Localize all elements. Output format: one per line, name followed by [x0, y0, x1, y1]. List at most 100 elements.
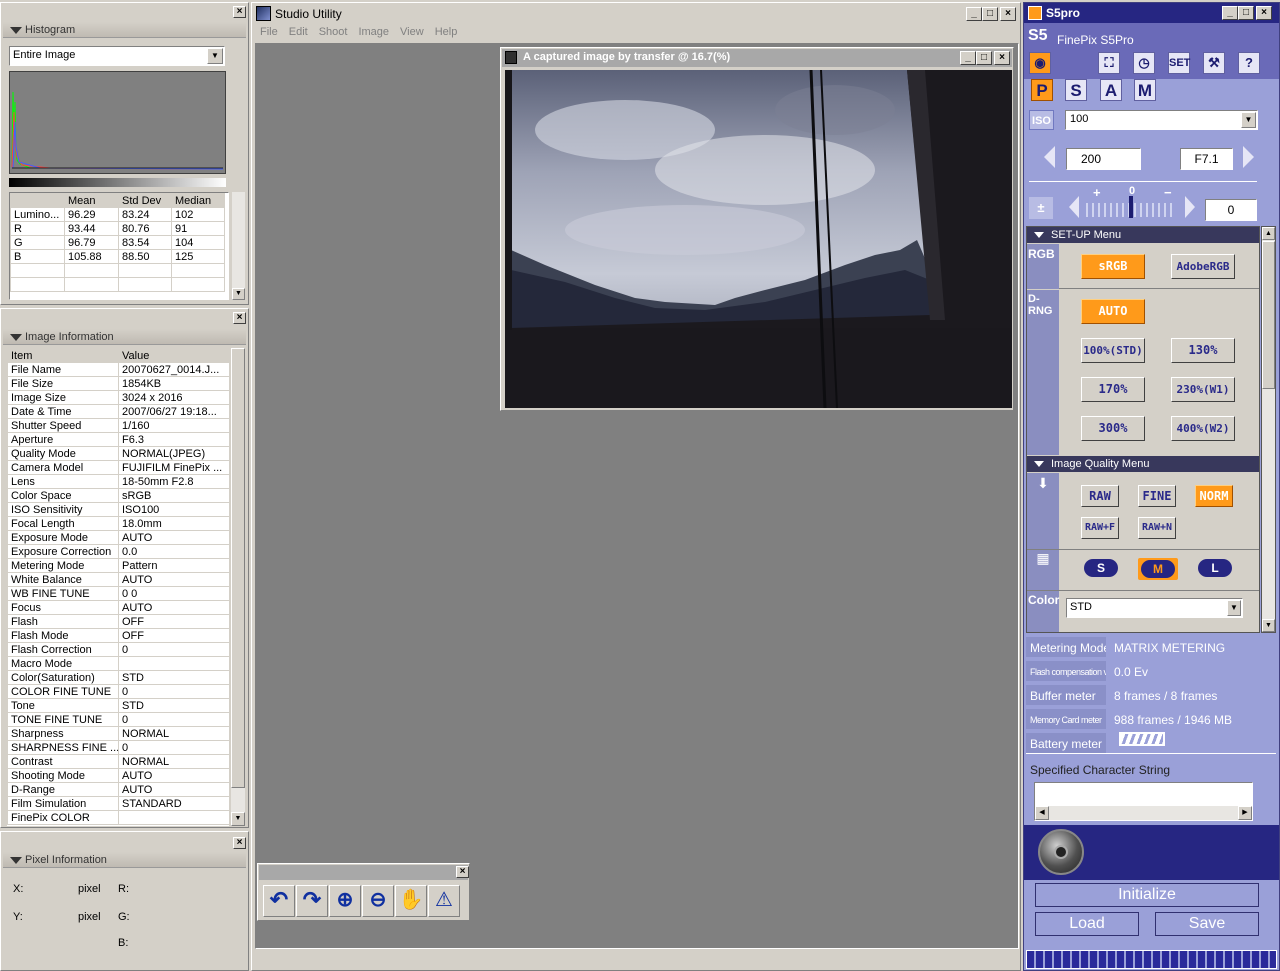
setup-menu-header[interactable]: SET-UP Menu [1027, 227, 1259, 243]
quality-menu-header[interactable]: Image Quality Menu [1027, 456, 1259, 472]
table-row[interactable]: Date & Time 2007/06/27 19:18... [7, 404, 229, 419]
iso-select[interactable]: 100 ▼ [1065, 110, 1258, 130]
ev-indicator[interactable] [1129, 196, 1133, 218]
drange-400-button[interactable]: 400%(W2) [1171, 416, 1235, 441]
table-row[interactable]: Exposure Mode AUTO [7, 530, 229, 545]
rotate-right-icon[interactable]: ↷ [296, 885, 328, 917]
table-row[interactable]: Tone STD [7, 698, 229, 713]
chevron-down-icon[interactable]: ▼ [207, 48, 223, 64]
table-row[interactable]: COLOR FINE TUNE 0 [7, 684, 229, 699]
timer-icon[interactable]: ◷ [1133, 52, 1155, 74]
close-button[interactable]: × [1000, 7, 1016, 21]
shutter-field[interactable]: 200 [1066, 148, 1141, 170]
minimize-button[interactable]: _ [966, 7, 982, 21]
table-row[interactable]: File Name 20070627_0014.J... [7, 362, 229, 377]
maximize-button[interactable]: □ [982, 7, 998, 21]
table-row[interactable]: Quality Mode NORMAL(JPEG) [7, 446, 229, 461]
table-row[interactable]: SHARPNESS FINE ... 0 [7, 740, 229, 755]
table-row[interactable]: Shutter Speed 1/160 [7, 418, 229, 433]
quality-raw-norm-button[interactable]: RAW+N [1138, 517, 1176, 539]
table-row[interactable]: White Balance AUTO [7, 572, 229, 587]
image-info-close-button[interactable]: × [233, 312, 246, 324]
table-row[interactable]: Shooting Mode AUTO [7, 768, 229, 783]
scroll-up-icon[interactable]: ▲ [1262, 227, 1275, 240]
s5-maximize-button[interactable]: □ [1238, 6, 1254, 20]
table-row[interactable]: Exposure Correction 0.0 [7, 544, 229, 559]
set-button[interactable]: SET [1168, 52, 1190, 74]
chevron-down-icon[interactable]: ▼ [1241, 112, 1256, 128]
table-row[interactable]: WB FINE TUNE 0 0 [7, 586, 229, 601]
mode-a-button[interactable]: A [1100, 79, 1122, 101]
quality-fine-button[interactable]: FINE [1138, 485, 1176, 507]
drange-100-button[interactable]: 100%(STD) [1081, 338, 1145, 363]
ev-value-field[interactable]: 0 [1205, 199, 1257, 221]
scroll-left-icon[interactable]: ◀ [1035, 806, 1049, 820]
rotate-left-icon[interactable]: ↶ [263, 885, 295, 917]
image-maximize-button[interactable]: □ [976, 51, 992, 65]
mode-m-button[interactable]: M [1134, 79, 1156, 101]
size-s-button[interactable]: S [1084, 559, 1118, 577]
table-row[interactable]: Flash Correction 0 [7, 642, 229, 657]
image-minimize-button[interactable]: _ [960, 51, 976, 65]
drange-130-button[interactable]: 130% [1171, 338, 1235, 363]
image-info-scrollbar[interactable]: ▼ [231, 348, 245, 826]
zoom-in-icon[interactable]: ⊕ [329, 885, 361, 917]
table-row[interactable]: Image Size 3024 x 2016 [7, 390, 229, 405]
quality-norm-button[interactable]: NORM [1195, 485, 1233, 507]
adobergb-button[interactable]: AdobeRGB [1171, 254, 1235, 279]
table-row[interactable]: Color(Saturation) STD [7, 670, 229, 685]
drange-230-button[interactable]: 230%(W1) [1171, 377, 1235, 402]
transfer-icon[interactable]: ⛶ [1098, 52, 1120, 74]
table-row[interactable]: Color Space sRGB [7, 488, 229, 503]
table-row[interactable]: Flash OFF [7, 614, 229, 629]
table-row[interactable]: FinePix COLOR [7, 810, 229, 825]
histogram-scrollbar[interactable]: ▼ [232, 192, 245, 300]
load-button[interactable]: Load [1035, 912, 1139, 936]
warning-icon[interactable]: ⚠ [428, 885, 460, 917]
arrow-right-icon[interactable] [1243, 146, 1254, 168]
ev-right-arrow-icon[interactable] [1185, 196, 1195, 218]
save-button[interactable]: Save [1155, 912, 1259, 936]
mode-p-button[interactable]: P [1031, 79, 1053, 101]
menu-item-file[interactable]: File [260, 26, 278, 38]
pixel-info-close-button[interactable]: × [233, 837, 246, 849]
shutter-release-button[interactable] [1038, 829, 1084, 875]
menu-item-edit[interactable]: Edit [289, 26, 308, 38]
scroll-thumb[interactable] [1262, 241, 1275, 389]
table-row[interactable]: File Size 1854KB [7, 376, 229, 391]
scroll-down-icon[interactable]: ▼ [231, 812, 245, 826]
table-row[interactable]: Macro Mode [7, 656, 229, 671]
initialize-button[interactable]: Initialize [1035, 883, 1259, 907]
table-row[interactable]: Focal Length 18.0mm [7, 516, 229, 531]
zoom-out-icon[interactable]: ⊖ [362, 885, 394, 917]
table-row[interactable]: Focus AUTO [7, 600, 229, 615]
menu-item-help[interactable]: Help [435, 26, 458, 38]
chevron-down-icon[interactable]: ▼ [1227, 600, 1241, 616]
menu-item-view[interactable]: View [400, 26, 424, 38]
table-row[interactable]: Flash Mode OFF [7, 628, 229, 643]
settings-scrollbar[interactable]: ▲ ▼ [1261, 226, 1276, 633]
aperture-field[interactable]: F7.1 [1180, 148, 1233, 170]
table-row[interactable]: Aperture F6.3 [7, 432, 229, 447]
help-icon[interactable]: ? [1238, 52, 1260, 74]
quality-raw-fine-button[interactable]: RAW+F [1081, 517, 1119, 539]
table-row[interactable]: Film Simulation STANDARD [7, 796, 229, 811]
table-row[interactable]: Contrast NORMAL [7, 754, 229, 769]
wrench-icon[interactable]: ⚒ [1203, 52, 1225, 74]
toolbar-close-button[interactable]: × [456, 866, 469, 878]
s5-minimize-button[interactable]: _ [1222, 6, 1238, 20]
image-close-button[interactable]: × [994, 51, 1010, 65]
size-l-button[interactable]: L [1198, 559, 1232, 577]
table-row[interactable]: Lens 18-50mm F2.8 [7, 474, 229, 489]
arrow-left-icon[interactable] [1044, 146, 1055, 168]
scroll-right-icon[interactable]: ▶ [1238, 806, 1252, 820]
scroll-thumb[interactable] [231, 348, 245, 788]
char-string-hscroll[interactable]: ◀ ▶ [1035, 806, 1252, 820]
table-row[interactable]: TONE FINE TUNE 0 [7, 712, 229, 727]
camera-tab-icon[interactable]: ◉ [1029, 52, 1051, 74]
mode-s-button[interactable]: S [1065, 79, 1087, 101]
srgb-button[interactable]: sRGB [1081, 254, 1145, 279]
size-m-button[interactable]: M [1138, 558, 1178, 580]
color-select[interactable]: STD ▼ [1066, 598, 1243, 618]
quality-raw-button[interactable]: RAW [1081, 485, 1119, 507]
